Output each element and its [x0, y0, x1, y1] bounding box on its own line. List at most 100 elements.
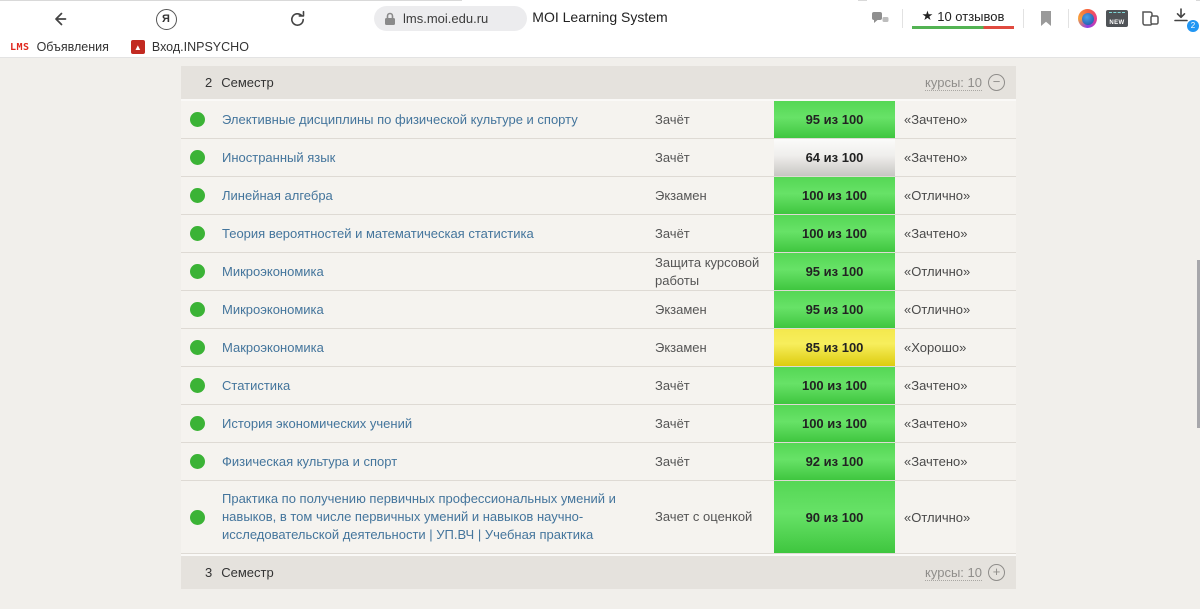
course-link[interactable]: Практика по получению первичных професси…	[222, 481, 652, 553]
grade-value: «Хорошо»	[904, 340, 966, 355]
inpsycho-logo-icon: ▲	[131, 40, 145, 54]
chat-bubbles-icon	[871, 10, 890, 27]
bookmarks-bar: LMS Объявления ▲ Вход.INPSYCHO	[0, 37, 1200, 58]
semester-2-header: 2 Семестр курсы: 10 −	[181, 66, 1016, 101]
score-cell: 100 из 100	[774, 405, 895, 442]
status-dot-icon	[190, 150, 205, 165]
grade-value: «Отлично»	[904, 302, 970, 317]
grade-value: «Зачтено»	[904, 378, 967, 393]
score-cell: 100 из 100	[774, 215, 895, 252]
reviews-label: 10 отзывов	[937, 9, 1004, 24]
course-link[interactable]: Иностранный язык	[222, 140, 652, 176]
collections-button[interactable]	[1137, 6, 1163, 32]
score-value: 64 из 100	[806, 150, 864, 165]
course-link[interactable]: Элективные дисциплины по физической куль…	[222, 102, 652, 138]
semester-grade-table: 2 Семестр курсы: 10 − Элективные дисципл…	[181, 66, 1016, 589]
course-row: Теория вероятностей и математическая ста…	[181, 215, 1016, 253]
refresh-button[interactable]	[284, 6, 310, 32]
exam-type: Зачёт	[655, 453, 770, 471]
score-value: 100 из 100	[802, 378, 867, 393]
course-row: Физическая культура и спорт Зачёт 92 из …	[181, 443, 1016, 481]
toolbar-actions: ★ 10 отзывов NEW	[867, 0, 1196, 37]
back-button[interactable]	[47, 6, 73, 32]
status-dot-icon	[190, 302, 205, 317]
exam-type: Зачет с оценкой	[655, 508, 770, 526]
reviews-button[interactable]: ★ 10 отзывов	[912, 8, 1014, 29]
extension-button[interactable]	[1078, 9, 1097, 28]
bookmark-item-inpsycho[interactable]: ▲ Вход.INPSYCHO	[131, 40, 249, 54]
course-link[interactable]: Физическая культура и спорт	[222, 444, 652, 480]
semester-3-header: 3 Семестр курсы: 10 +	[181, 554, 1016, 589]
grade-value: «Зачтено»	[904, 112, 967, 127]
expand-semester-button[interactable]: +	[988, 564, 1005, 581]
score-cell: 92 из 100	[774, 443, 895, 480]
collapse-semester-button[interactable]: −	[988, 74, 1005, 91]
grade-value: «Зачтено»	[904, 416, 967, 431]
course-list: Элективные дисциплины по физической куль…	[181, 101, 1016, 554]
course-row: Практика по получению первичных професси…	[181, 481, 1016, 554]
courses-count-link[interactable]: курсы: 10	[925, 565, 982, 581]
feedback-button[interactable]	[867, 6, 893, 32]
bookmark-label: Вход.INPSYCHO	[152, 40, 249, 54]
score-cell: 64 из 100	[774, 139, 895, 176]
score-cell: 85 из 100	[774, 329, 895, 366]
grade-value: «Зачтено»	[904, 226, 967, 241]
download-icon	[1172, 6, 1190, 24]
course-link[interactable]: История экономических учений	[222, 406, 652, 442]
course-link[interactable]: Микроэкономика	[222, 292, 652, 328]
bookmark-item-announcements[interactable]: LMS Объявления	[10, 40, 109, 54]
browser-toolbar: Я lms.moi.edu.ru MOI Learning System ★ 1	[0, 0, 1200, 37]
separator	[1023, 9, 1024, 28]
score-cell: 95 из 100	[774, 101, 895, 138]
course-link[interactable]: Микроэкономика	[222, 254, 652, 290]
course-link[interactable]: Линейная алгебра	[222, 178, 652, 214]
refresh-icon	[288, 10, 307, 29]
score-value: 100 из 100	[802, 188, 867, 203]
bookmark-label: Объявления	[37, 40, 109, 54]
exam-type: Зачёт	[655, 377, 770, 395]
score-value: 95 из 100	[806, 112, 864, 127]
course-row: Линейная алгебра Экзамен 100 из 100 «Отл…	[181, 177, 1016, 215]
score-value: 100 из 100	[802, 226, 867, 241]
reviews-rating-bar	[912, 26, 1014, 29]
course-row: Макроэкономика Экзамен 85 из 100 «Хорошо…	[181, 329, 1016, 367]
exam-type: Зачёт	[655, 225, 770, 243]
bookmark-button[interactable]	[1033, 6, 1059, 32]
grade-value: «Зачтено»	[904, 454, 967, 469]
lms-logo-icon: LMS	[10, 42, 30, 53]
yandex-services-button[interactable]: Я	[153, 6, 179, 32]
courses-count: 10	[968, 565, 982, 580]
courses-label: курсы:	[925, 75, 964, 90]
grade-value: «Зачтено»	[904, 150, 967, 165]
status-dot-icon	[190, 416, 205, 431]
course-row: Элективные дисциплины по физической куль…	[181, 101, 1016, 139]
status-dot-icon	[190, 264, 205, 279]
course-row: Микроэкономика Экзамен 95 из 100 «Отличн…	[181, 291, 1016, 329]
semester-number: 3	[205, 565, 212, 580]
courses-label: курсы:	[925, 565, 964, 580]
exam-type: Зачёт	[655, 415, 770, 433]
course-link[interactable]: Статистика	[222, 368, 652, 404]
downloads-button[interactable]: 2	[1172, 6, 1196, 32]
score-cell: 100 из 100	[774, 367, 895, 404]
score-value: 90 из 100	[806, 510, 864, 525]
course-link[interactable]: Теория вероятностей и математическая ста…	[222, 216, 652, 252]
score-value: 95 из 100	[806, 264, 864, 279]
score-value: 100 из 100	[802, 416, 867, 431]
star-icon: ★	[922, 8, 934, 24]
score-cell: 100 из 100	[774, 177, 895, 214]
course-row: Иностранный язык Зачёт 64 из 100 «Зачтен…	[181, 139, 1016, 177]
exam-type: Экзамен	[655, 187, 770, 205]
score-cell: 95 из 100	[774, 291, 895, 328]
lock-icon	[384, 12, 396, 26]
status-dot-icon	[190, 340, 205, 355]
course-link[interactable]: Макроэкономика	[222, 330, 652, 366]
courses-count-link[interactable]: курсы: 10	[925, 75, 982, 91]
semester-number: 2	[205, 75, 212, 90]
exam-type: Экзамен	[655, 339, 770, 357]
separator	[902, 9, 903, 28]
address-bar[interactable]: lms.moi.edu.ru	[374, 6, 527, 31]
screenshot-tool-button[interactable]: NEW	[1106, 10, 1128, 27]
tab-edge-left	[0, 0, 462, 1]
new-badge: NEW	[1109, 20, 1124, 26]
